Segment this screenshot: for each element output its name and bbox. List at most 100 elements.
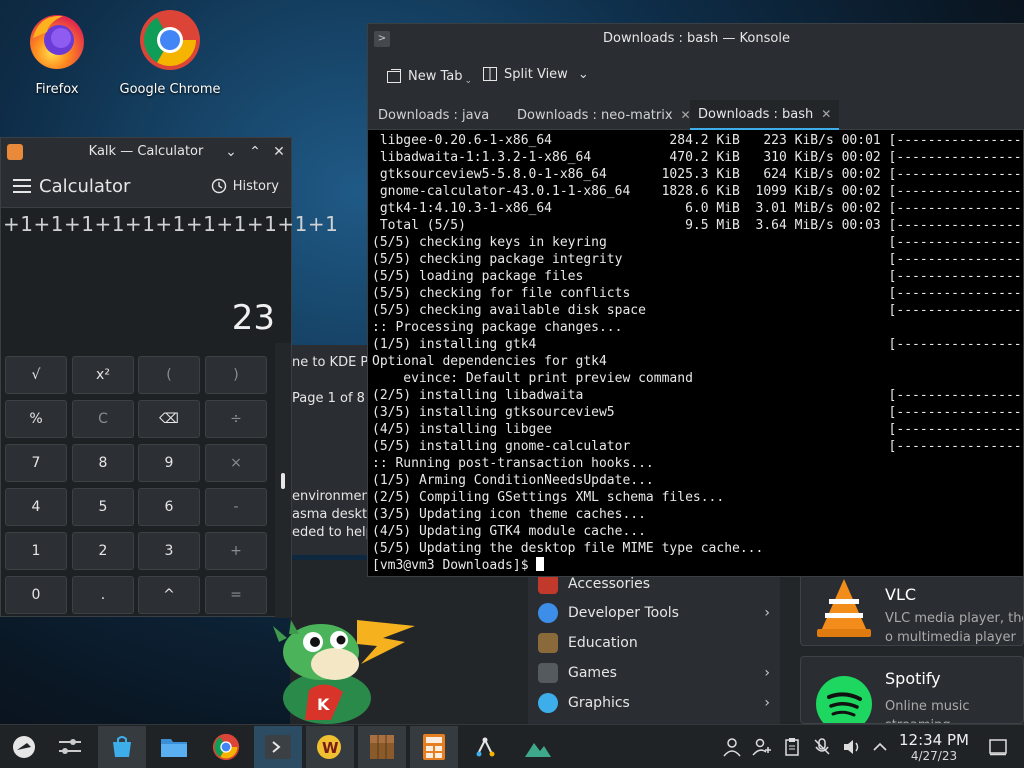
- chrome-icon: [140, 10, 200, 70]
- category-games[interactable]: Games ›: [528, 658, 780, 688]
- taskbar-minecraft[interactable]: [358, 726, 406, 768]
- volume-icon[interactable]: [842, 737, 862, 757]
- prompt-line[interactable]: [vm3@vm3 Downloads]$: [372, 557, 1023, 574]
- key-decimal[interactable]: .: [72, 576, 134, 614]
- taskbar-mountain-app[interactable]: [514, 726, 562, 768]
- terminal-line: (1/5) installing gtk4 [-----------------…: [372, 337, 1023, 352]
- taskbar-konsole[interactable]: [254, 726, 302, 768]
- application-launcher-button[interactable]: [0, 726, 48, 768]
- scrollbar-thumb[interactable]: [281, 473, 285, 489]
- terminal-line: (5/5) Updating the desktop file MIME typ…: [372, 541, 764, 556]
- terminal-line: (1/5) Arming ConditionNeedsUpdate...: [372, 473, 654, 488]
- key-multiply[interactable]: ×: [205, 444, 267, 482]
- svg-text:W: W: [322, 739, 339, 757]
- terminal-line: (5/5) checking keys in keyring [--------…: [372, 235, 1023, 250]
- terminal-line: evince: Default print preview command: [372, 371, 693, 386]
- spotify-icon: [816, 676, 872, 723]
- category-label: Games: [568, 665, 617, 681]
- terminal-line: Total (5/5) 9.5 MiB 3.64 MiB/s 00:03 [--…: [372, 218, 1023, 233]
- key-square[interactable]: x²: [72, 356, 134, 394]
- taskbar-kalk-wine[interactable]: W: [306, 726, 354, 768]
- taskbar-discover[interactable]: [98, 726, 146, 768]
- category-graphics[interactable]: Graphics ›: [528, 688, 780, 718]
- chevron-up-icon[interactable]: [870, 737, 890, 757]
- app-card-vlc[interactable]: VLC VLC media player, the o multimedia p…: [800, 572, 1024, 646]
- key-7[interactable]: 7: [5, 444, 67, 482]
- app-description: VLC media player, the o multimedia playe…: [885, 611, 1024, 645]
- history-button[interactable]: History: [211, 178, 279, 194]
- taskbar-chrome[interactable]: [202, 726, 250, 768]
- menu-chevron-down-icon[interactable]: ⌄: [221, 142, 241, 162]
- chevron-right-icon: ›: [764, 695, 770, 711]
- close-button[interactable]: ✕: [269, 142, 289, 162]
- konsole-titlebar[interactable]: > Downloads : bash — Konsole: [368, 24, 1024, 54]
- terminal-line: libgee-0.20.6-1-x86_64 284.2 KiB 223 KiB…: [372, 133, 1023, 148]
- key-2[interactable]: 2: [72, 532, 134, 570]
- key-0[interactable]: 0: [5, 576, 67, 614]
- key-equals[interactable]: =: [205, 576, 267, 614]
- maximize-button[interactable]: ⌃: [245, 142, 265, 162]
- key-percent[interactable]: %: [5, 400, 67, 438]
- new-tab-button[interactable]: New Tab ⌄: [386, 66, 472, 86]
- desktop-icon-label: Google Chrome: [119, 82, 221, 97]
- welcome-text: asma deskto: [292, 507, 370, 522]
- calculator-titlebar[interactable]: Kalk — Calculator ⌄ ⌃ ✕: [1, 138, 291, 166]
- split-view-button[interactable]: Split View ⌄: [482, 66, 589, 82]
- key-sqrt[interactable]: √: [5, 356, 67, 394]
- key-6[interactable]: 6: [138, 488, 200, 526]
- show-desktop-icon[interactable]: [988, 737, 1008, 757]
- key-9[interactable]: 9: [138, 444, 200, 482]
- tab-downloads-bash[interactable]: Downloads : bash ✕: [690, 100, 840, 130]
- tab-label: Downloads : neo-matrix: [517, 107, 673, 123]
- key-close-paren[interactable]: ): [205, 356, 267, 394]
- terminal-line: (5/5) checking available disk space [---…: [372, 303, 1023, 318]
- taskbar-system-settings[interactable]: [46, 726, 94, 768]
- key-backspace[interactable]: ⌫: [138, 400, 200, 438]
- key-1[interactable]: 1: [5, 532, 67, 570]
- desktop-icon-chrome[interactable]: Google Chrome: [115, 8, 225, 97]
- key-open-paren[interactable]: (: [138, 356, 200, 394]
- app-card-spotify[interactable]: Spotify Online music streaming: [800, 656, 1024, 724]
- user-switch-icon[interactable]: [752, 737, 772, 757]
- category-label: Developer Tools: [568, 605, 679, 621]
- terminal-line: (5/5) installing gnome-calculator [-----…: [372, 439, 1023, 454]
- taskbar-dolphin[interactable]: [150, 726, 198, 768]
- category-label: Graphics: [568, 695, 630, 711]
- terminal-output[interactable]: libgee-0.20.6-1-x86_64 284.2 KiB 223 KiB…: [368, 130, 1023, 576]
- key-4[interactable]: 4: [5, 488, 67, 526]
- microphone-muted-icon[interactable]: [812, 737, 832, 757]
- taskbar-calculator[interactable]: [410, 726, 458, 768]
- clock-time[interactable]: 12:34 PM: [896, 731, 972, 749]
- user-icon[interactable]: [722, 737, 742, 757]
- key-3[interactable]: 3: [138, 532, 200, 570]
- app-name: Spotify: [885, 669, 941, 688]
- hamburger-menu-icon[interactable]: [13, 179, 31, 193]
- key-subtract[interactable]: -: [205, 488, 267, 526]
- key-add[interactable]: +: [205, 532, 267, 570]
- expression-input[interactable]: +1+1+1+1+1+1+1+1+1+1+1: [3, 212, 338, 236]
- key-divide[interactable]: ÷: [205, 400, 267, 438]
- svg-text:K: K: [317, 695, 330, 714]
- tab-downloads-java[interactable]: Downloads : java: [370, 100, 497, 130]
- page-title: Calculator: [39, 176, 131, 197]
- category-developer-tools[interactable]: Developer Tools ›: [528, 598, 780, 628]
- desktop-icon-firefox[interactable]: Firefox: [2, 8, 112, 97]
- terminal-line: :: Processing package changes...: [372, 320, 623, 335]
- welcome-text: eded to help: [292, 525, 370, 540]
- terminal-line: (2/5) installing libadwaita [-----------…: [372, 388, 1023, 403]
- clipboard-icon[interactable]: [782, 737, 802, 757]
- split-view-label: Split View: [504, 66, 568, 82]
- tab-downloads-neo-matrix[interactable]: Downloads : neo-matrix ✕: [509, 100, 699, 130]
- konqi-mascot-image: K: [273, 620, 415, 724]
- welcome-text: environmen: [292, 489, 370, 504]
- key-8[interactable]: 8: [72, 444, 134, 482]
- taskbar-kdevelop[interactable]: [462, 726, 510, 768]
- scrollbar[interactable]: [275, 343, 291, 618]
- key-power[interactable]: ^: [138, 576, 200, 614]
- clock-date[interactable]: 4/27/23: [896, 749, 972, 763]
- close-tab-icon[interactable]: ✕: [821, 107, 831, 121]
- category-education[interactable]: Education: [528, 628, 780, 658]
- key-clear[interactable]: C: [72, 400, 134, 438]
- key-5[interactable]: 5: [72, 488, 134, 526]
- split-view-icon: [483, 67, 497, 81]
